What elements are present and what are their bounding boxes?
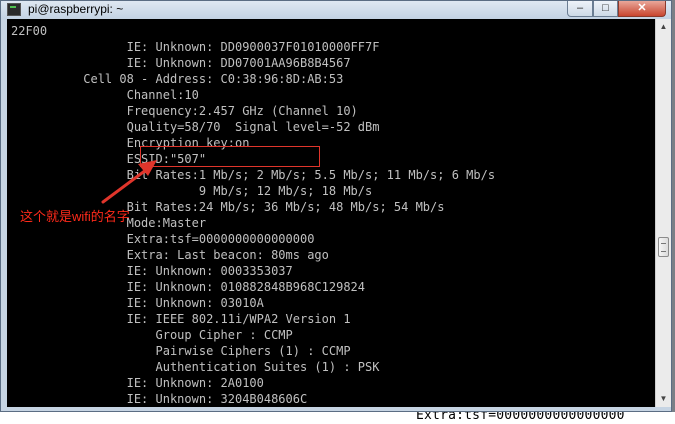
terminal-line: IE: Unknown: 2A0100 xyxy=(11,376,264,390)
terminal-line: 22F00 xyxy=(11,24,48,38)
terminal-line: Channel:10 xyxy=(11,88,199,102)
terminal-line: Pairwise Ciphers (1) : CCMP xyxy=(11,344,351,358)
close-button[interactable]: ✕ xyxy=(618,1,666,17)
terminal-line: Extra:tsf=0000000000000000 xyxy=(11,232,315,246)
minimize-button[interactable]: – xyxy=(567,1,593,17)
background-terminal-strip: Extra:tsf=0000000000000000 xyxy=(0,412,675,424)
terminal-line: IE: Unknown: 010882848B968C129824 xyxy=(11,280,366,294)
scroll-down-icon[interactable]: ▼ xyxy=(656,391,671,407)
terminal-line: IE: Unknown: 3204B048606C xyxy=(11,392,308,406)
terminal-line: Frequency:2.457 GHz (Channel 10) xyxy=(11,104,358,118)
annotation-label: 这个就是wifi的名字 xyxy=(20,209,130,224)
terminal-line: Cell 08 - Address: C0:38:96:8D:AB:53 xyxy=(11,72,344,86)
terminal-line: IE: Unknown: DD07001AA96B8B4567 xyxy=(11,56,351,70)
terminal-line: Extra: Last beacon: 80ms ago xyxy=(11,248,329,262)
terminal-line: IE: IEEE 802.11i/WPA2 Version 1 xyxy=(11,312,351,326)
maximize-button[interactable]: □ xyxy=(593,1,618,17)
terminal-line: 9 Mb/s; 12 Mb/s; 18 Mb/s xyxy=(11,184,373,198)
terminal-line: Quality=58/70 Signal level=-52 dBm xyxy=(11,120,380,134)
terminal-line: Bit Rates:1 Mb/s; 2 Mb/s; 5.5 Mb/s; 11 M… xyxy=(11,168,496,182)
vertical-scrollbar[interactable]: ▲ ▼ xyxy=(655,19,671,407)
essid-highlight-box xyxy=(140,146,320,167)
terminal-line: Authentication Suites (1) : PSK xyxy=(11,360,380,374)
title-bar[interactable]: pi@raspberrypi: ~ – □ ✕ xyxy=(1,1,671,19)
terminal-line: IE: Unknown: 03010A xyxy=(11,296,264,310)
terminal-line: Group Cipher : CCMP xyxy=(11,328,293,342)
terminal-line: IE: Unknown: DD0900037F01010000FF7F xyxy=(11,40,380,54)
terminal-line: IE: Unknown: 0003353037 xyxy=(11,264,293,278)
background-terminal-text: Extra:tsf=0000000000000000 xyxy=(416,412,625,423)
scroll-up-icon[interactable]: ▲ xyxy=(656,19,671,35)
scrollbar-thumb[interactable] xyxy=(658,237,669,257)
window-title: pi@raspberrypi: ~ xyxy=(28,2,124,16)
terminal-app-icon[interactable] xyxy=(7,3,21,16)
window-controls: – □ ✕ xyxy=(567,1,669,18)
